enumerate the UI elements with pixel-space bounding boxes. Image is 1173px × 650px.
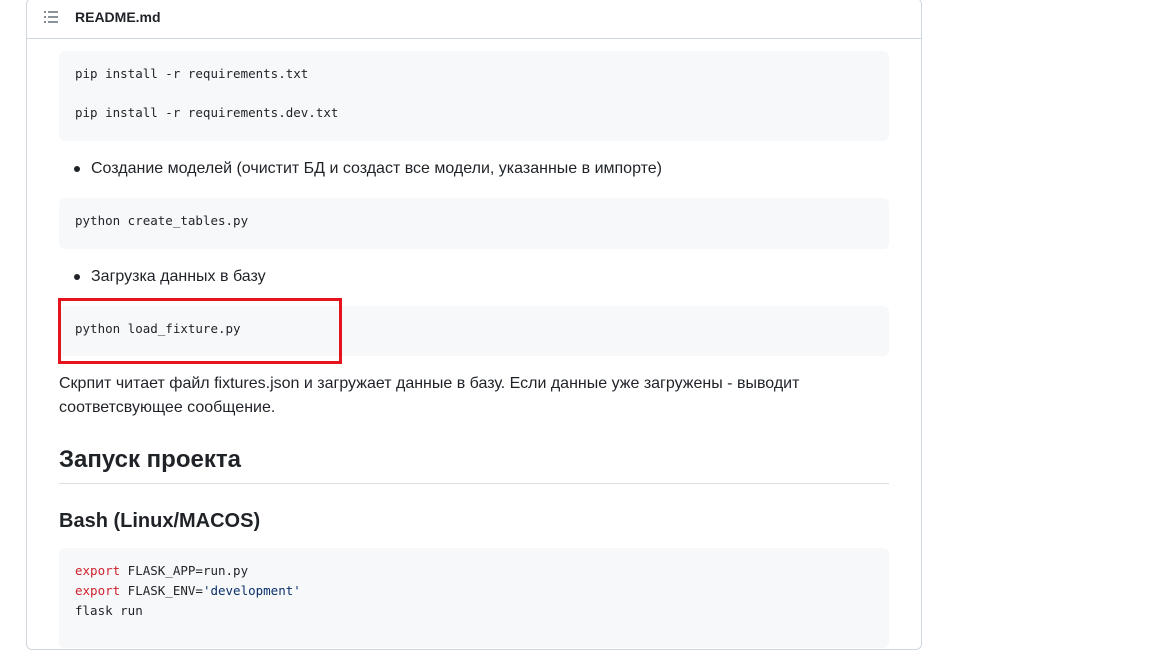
readme-header: README.md <box>27 0 921 39</box>
code-text: FLASK_APP=run.py <box>120 563 249 578</box>
list-unordered-icon[interactable] <box>43 9 59 25</box>
list-item-text: Загрузка данных в базу <box>91 268 266 285</box>
code-block-flask[interactable]: export FLASK_APP=run.py export FLASK_ENV… <box>59 548 889 648</box>
bullet-dot <box>74 274 80 280</box>
code-line: flask run <box>75 603 143 618</box>
code-block-create-tables[interactable]: python create_tables.py <box>59 198 889 249</box>
code-string: 'development' <box>202 583 301 598</box>
code-line: python load_fixture.py <box>75 321 241 336</box>
heading-run-project: Запуск проекта <box>59 445 889 484</box>
code-keyword: export <box>75 563 121 578</box>
readme-title[interactable]: README.md <box>75 8 161 26</box>
code-keyword: export <box>75 583 121 598</box>
paragraph-description: Скрпит читает файл fixtures.json и загру… <box>59 375 800 416</box>
code-line: pip install -r requirements.dev.txt <box>75 105 339 120</box>
code-line: pip install -r requirements.txt <box>75 66 309 81</box>
code-block-pip-install[interactable]: pip install -r requirements.txt pip inst… <box>59 51 889 141</box>
heading-bash: Bash (Linux/MACOS) <box>59 510 261 532</box>
code-text: FLASK_ENV= <box>120 583 203 598</box>
code-line: export FLASK_APP=run.py <box>75 561 248 581</box>
code-block-load-fixture[interactable]: python load_fixture.py <box>59 306 889 356</box>
readme-container: README.md pip install -r requirements.tx… <box>26 0 922 650</box>
list-item-text: Создание моделей (очистит БД и создаст в… <box>91 160 662 177</box>
bullet-dot <box>74 166 80 172</box>
code-line: export FLASK_ENV='development' <box>75 581 301 601</box>
code-line: python create_tables.py <box>75 213 249 228</box>
